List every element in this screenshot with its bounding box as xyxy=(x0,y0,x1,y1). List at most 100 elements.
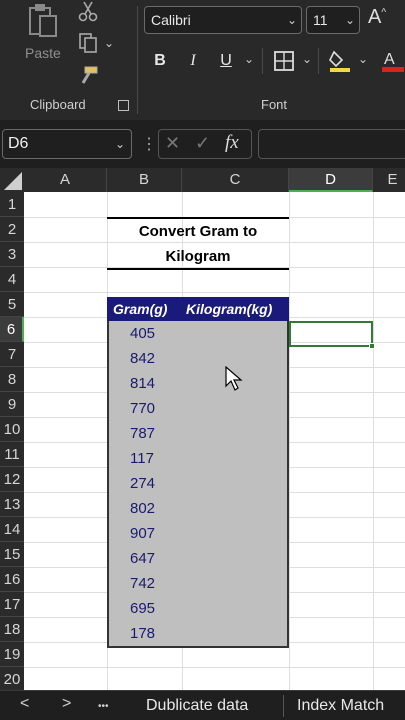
borders-chevron-icon[interactable]: ⌄ xyxy=(302,52,312,66)
formula-bar: D6 ⌄ ⋮ ✕ ✓ fx xyxy=(0,120,405,168)
row-header-11[interactable]: 11 xyxy=(0,442,24,467)
ribbon-separator xyxy=(262,48,263,74)
more-options-icon[interactable]: ⋮ xyxy=(141,134,157,154)
prev-sheet-button[interactable]: < xyxy=(20,695,29,713)
row-header-4[interactable]: 4 xyxy=(0,267,24,292)
header-kilogram: Kilogram(kg) xyxy=(186,301,273,317)
font-name-value: Calibri xyxy=(151,12,191,28)
gram-value-cell[interactable]: 787 xyxy=(130,421,170,446)
row-header-7[interactable]: 7 xyxy=(0,342,24,367)
gram-value-cell[interactable]: 695 xyxy=(130,596,170,621)
gram-value-cell[interactable]: 742 xyxy=(130,571,170,596)
font-color-icon[interactable]: A xyxy=(380,48,404,72)
column-header-d[interactable]: D xyxy=(289,168,373,192)
ribbon: Paste ⌄ Clipboard Calibri ⌄ 11 ⌄ A^ B I … xyxy=(0,0,405,120)
formula-input[interactable] xyxy=(258,129,405,159)
gram-value-cell[interactable]: 802 xyxy=(130,496,170,521)
enter-icon[interactable]: ✓ xyxy=(195,133,210,154)
gram-value-cell[interactable]: 842 xyxy=(130,346,170,371)
row-header-17[interactable]: 17 xyxy=(0,592,24,617)
title-bottom-border xyxy=(107,268,289,270)
copy-chevron-icon[interactable]: ⌄ xyxy=(104,36,114,50)
row-header-1[interactable]: 1 xyxy=(0,192,24,217)
tab-separator xyxy=(283,695,284,717)
gram-value-cell[interactable]: 117 xyxy=(130,446,170,471)
svg-text:A: A xyxy=(384,51,395,68)
font-name-dropdown[interactable]: Calibri ⌄ xyxy=(144,6,302,34)
underline-button[interactable]: U xyxy=(216,48,236,74)
ribbon-separator xyxy=(137,6,138,114)
row-header-5[interactable]: 5 xyxy=(0,292,24,317)
italic-button[interactable]: I xyxy=(183,48,203,74)
sheet-tab-dublicate-data[interactable]: Dublicate data xyxy=(146,697,248,715)
chevron-down-icon: ⌄ xyxy=(286,13,297,27)
row-header-13[interactable]: 13 xyxy=(0,492,24,517)
worksheet-grid[interactable]: ABCDE 1 2 3 4 5 6 7 8 9 10 11 12 13 14 15 16 17 18 19 20 Co… xyxy=(0,168,405,690)
column-header-e[interactable]: E xyxy=(373,168,405,192)
row-header-9[interactable]: 9 xyxy=(0,392,24,417)
chevron-down-icon: ⌄ xyxy=(114,137,125,151)
paste-icon xyxy=(29,4,57,37)
sheet-tab-index-match[interactable]: Index Match xyxy=(297,697,384,715)
row-header-10[interactable]: 10 xyxy=(0,417,24,442)
clipboard-group-label: Clipboard xyxy=(30,97,86,112)
cancel-icon[interactable]: ✕ xyxy=(165,133,180,154)
header-gram: Gram(g) xyxy=(113,301,168,317)
row-header-8[interactable]: 8 xyxy=(0,367,24,392)
row-header-12[interactable]: 12 xyxy=(0,467,24,492)
clipboard-launcher-icon[interactable] xyxy=(118,100,129,111)
cut-icon[interactable] xyxy=(76,0,100,24)
gridline-horizontal xyxy=(24,667,405,668)
column-header-c[interactable]: C xyxy=(182,168,289,192)
paste-label: Paste xyxy=(25,45,61,61)
sheet-tab-bar: < > ••• Dublicate data Index Match xyxy=(0,690,405,720)
grow-font-button[interactable]: A^ xyxy=(368,6,386,29)
title-line-2: Kilogram xyxy=(165,248,231,265)
row-header-20[interactable]: 20 xyxy=(0,667,24,690)
copy-icon[interactable] xyxy=(76,31,100,55)
select-all-corner[interactable] xyxy=(0,168,24,192)
gram-value-cell[interactable]: 814 xyxy=(130,371,170,396)
fill-color-icon[interactable] xyxy=(328,48,352,72)
ribbon-separator xyxy=(318,48,319,74)
table-header-row: Gram(g) Kilogram(kg) xyxy=(107,297,289,321)
column-header-b[interactable]: B xyxy=(107,168,182,192)
title-top-border xyxy=(107,217,289,219)
name-box[interactable]: D6 ⌄ xyxy=(2,129,132,159)
formula-buttons: ✕ ✓ fx xyxy=(158,129,252,159)
title-line-1: Convert Gram to xyxy=(138,223,258,240)
next-sheet-button[interactable]: > xyxy=(62,695,71,713)
gridline-horizontal xyxy=(24,292,405,293)
gram-value-cell[interactable]: 274 xyxy=(130,471,170,496)
borders-icon[interactable] xyxy=(272,49,296,73)
insert-function-button[interactable]: fx xyxy=(225,132,239,154)
gram-value-cell[interactable]: 647 xyxy=(130,546,170,571)
font-size-value: 11 xyxy=(313,12,328,28)
grow-font-icon: A xyxy=(368,6,382,28)
gram-value-cell[interactable]: 907 xyxy=(130,521,170,546)
row-header-18[interactable]: 18 xyxy=(0,617,24,642)
row-header-3[interactable]: 3 xyxy=(0,242,24,267)
bold-button[interactable]: B xyxy=(150,48,170,74)
chevron-down-icon: ⌄ xyxy=(344,13,355,27)
name-box-value: D6 xyxy=(8,135,29,152)
row-header-2[interactable]: 2 xyxy=(0,217,24,242)
row-header-19[interactable]: 19 xyxy=(0,642,24,667)
selected-cell-d6[interactable] xyxy=(289,321,373,347)
gridline-horizontal xyxy=(24,242,405,243)
more-sheets-button[interactable]: ••• xyxy=(98,701,109,712)
row-header-16[interactable]: 16 xyxy=(0,567,24,592)
format-painter-icon[interactable] xyxy=(76,64,100,88)
gram-value-cell[interactable]: 405 xyxy=(130,321,170,346)
column-header-a[interactable]: A xyxy=(24,168,107,192)
row-header-15[interactable]: 15 xyxy=(0,542,24,567)
fill-color-chevron-icon[interactable]: ⌄ xyxy=(358,52,368,66)
row-header-6[interactable]: 6 xyxy=(0,317,24,342)
gram-value-cell[interactable]: 770 xyxy=(130,396,170,421)
fill-handle[interactable] xyxy=(369,343,375,349)
row-header-14[interactable]: 14 xyxy=(0,517,24,542)
gram-value-cell[interactable]: 178 xyxy=(130,621,170,646)
font-group-label: Font xyxy=(261,97,288,112)
underline-chevron-icon[interactable]: ⌄ xyxy=(244,52,254,66)
font-size-dropdown[interactable]: 11 ⌄ xyxy=(306,6,360,34)
